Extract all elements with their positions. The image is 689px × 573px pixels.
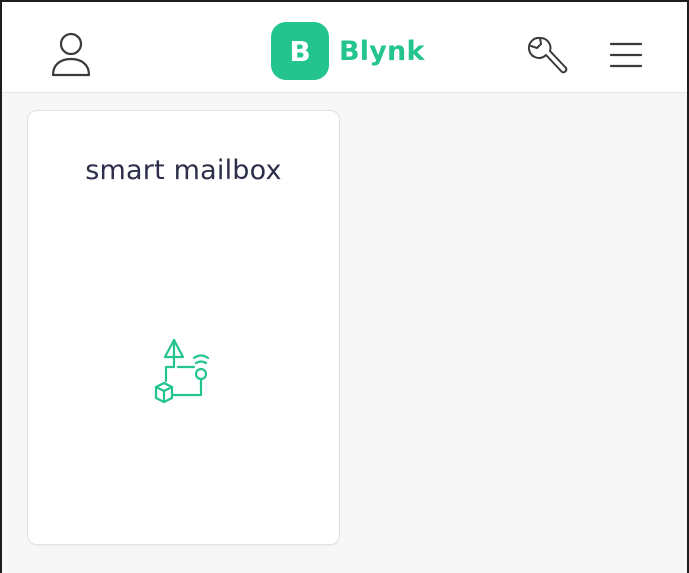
device-template-icon xyxy=(154,338,210,404)
blynk-logo: B Blynk xyxy=(271,22,425,80)
hamburger-menu-icon xyxy=(609,42,643,68)
logo-text: Blynk xyxy=(339,35,425,67)
logo-badge: B xyxy=(271,22,329,80)
settings-button[interactable] xyxy=(526,35,570,77)
top-bar: B Blynk xyxy=(2,2,687,93)
app-frame: B Blynk smart mailbox xyxy=(0,0,689,573)
user-icon xyxy=(51,32,91,77)
profile-button[interactable] xyxy=(50,32,92,78)
device-name: smart mailbox xyxy=(85,155,282,186)
devices-area: smart mailbox xyxy=(2,93,687,573)
device-card[interactable]: smart mailbox xyxy=(27,110,340,545)
wrench-icon xyxy=(527,36,568,74)
menu-button[interactable] xyxy=(608,40,644,70)
